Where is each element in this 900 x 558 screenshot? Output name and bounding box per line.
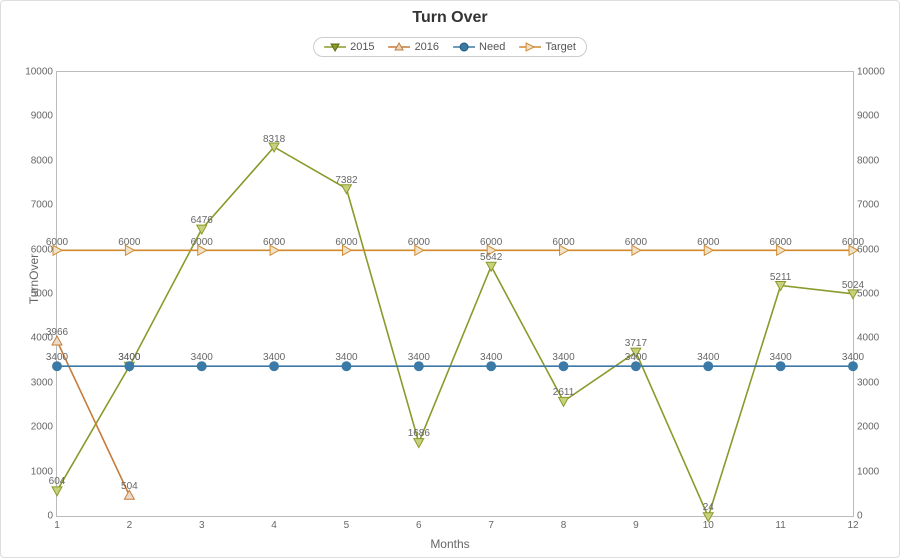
y-tick: 7000 [31, 200, 57, 211]
legend-label: Target [545, 41, 576, 53]
legend-item-2015[interactable]: 2015 [324, 41, 374, 53]
y-tick-right: 5000 [853, 289, 879, 300]
x-tick: 9 [633, 516, 639, 531]
x-tick: 3 [199, 516, 205, 531]
x-tick: 2 [127, 516, 133, 531]
y-tick-right: 6000 [853, 244, 879, 255]
y-tick: 9000 [31, 111, 57, 122]
y-tick-right: 4000 [853, 333, 879, 344]
y-tick-right: 3000 [853, 377, 879, 388]
y-tick: 3000 [31, 377, 57, 388]
y-tick: 6000 [31, 244, 57, 255]
x-tick: 6 [416, 516, 422, 531]
x-tick: 4 [271, 516, 277, 531]
y-tick: 10000 [25, 67, 57, 78]
x-tick: 12 [847, 516, 858, 531]
x-tick: 5 [344, 516, 350, 531]
y-tick-right: 7000 [853, 200, 879, 211]
y-tick: 8000 [31, 155, 57, 166]
chart-title: Turn Over [1, 9, 899, 27]
y-tick: 5000 [31, 289, 57, 300]
plot-area: 0010001000200020003000300040004000500050… [56, 71, 854, 517]
x-tick: 1 [54, 516, 60, 531]
legend-label: 2016 [415, 41, 439, 53]
y-tick: 2000 [31, 422, 57, 433]
x-tick: 10 [703, 516, 714, 531]
y-tick-right: 8000 [853, 155, 879, 166]
y-tick-right: 10000 [853, 67, 885, 78]
x-tick: 11 [775, 516, 785, 531]
legend-label: 2015 [350, 41, 374, 53]
y-tick-right: 2000 [853, 422, 879, 433]
legend-item-need[interactable]: Need [453, 41, 505, 53]
chart-container: Turn Over 2015 2016 Need Target TurnOver… [0, 0, 900, 558]
legend: 2015 2016 Need Target [313, 37, 587, 57]
legend-label: Need [479, 41, 505, 53]
x-tick: 8 [561, 516, 567, 531]
y-tick: 1000 [31, 466, 57, 477]
x-axis-label: Months [1, 537, 899, 551]
x-tick: 7 [488, 516, 494, 531]
y-tick-right: 9000 [853, 111, 879, 122]
plot-svg [57, 72, 853, 518]
y-tick: 4000 [31, 333, 57, 344]
legend-item-target[interactable]: Target [519, 41, 576, 53]
legend-item-2016[interactable]: 2016 [389, 41, 439, 53]
y-tick-right: 1000 [853, 466, 879, 477]
